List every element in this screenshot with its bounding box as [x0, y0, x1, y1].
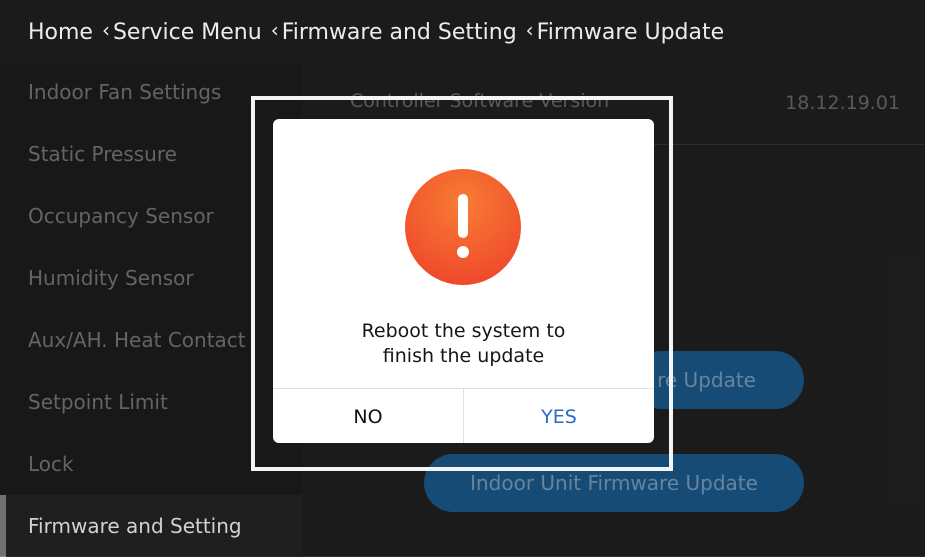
no-button-label: NO	[353, 405, 383, 428]
breadcrumb: Home ‹ Service Menu ‹ Firmware and Setti…	[0, 0, 925, 64]
breadcrumb-service-menu[interactable]: ‹ Service Menu	[93, 18, 262, 45]
breadcrumb-home-label: Home	[28, 19, 93, 45]
reboot-dialog: Reboot the system to finish the update N…	[273, 119, 654, 443]
breadcrumb-label: Firmware and Setting	[281, 19, 517, 45]
dialog-message-line2: finish the update	[382, 345, 545, 367]
dialog-button-row: NO YES	[273, 388, 654, 443]
chevron-left-icon: ‹	[101, 18, 110, 42]
breadcrumb-firmware-update: ‹ Firmware Update	[517, 18, 725, 45]
dialog-message: Reboot the system to finish the update	[273, 319, 654, 369]
yes-button[interactable]: YES	[464, 389, 654, 443]
dialog-message-line1: Reboot the system to	[361, 320, 566, 342]
breadcrumb-label: Firmware Update	[536, 19, 725, 45]
exclamation-bar	[458, 194, 468, 238]
chevron-left-icon: ‹	[525, 18, 534, 42]
no-button[interactable]: NO	[273, 389, 464, 443]
exclamation-dot	[457, 246, 469, 258]
screen: Home ‹ Service Menu ‹ Firmware and Setti…	[0, 0, 925, 557]
exclamation-alert-icon	[405, 169, 521, 285]
breadcrumb-label: Service Menu	[112, 19, 262, 45]
yes-button-label: YES	[541, 405, 577, 428]
breadcrumb-home[interactable]: Home	[28, 20, 93, 45]
breadcrumb-firmware-and-setting[interactable]: ‹ Firmware and Setting	[262, 18, 517, 45]
chevron-left-icon: ‹	[270, 18, 279, 42]
